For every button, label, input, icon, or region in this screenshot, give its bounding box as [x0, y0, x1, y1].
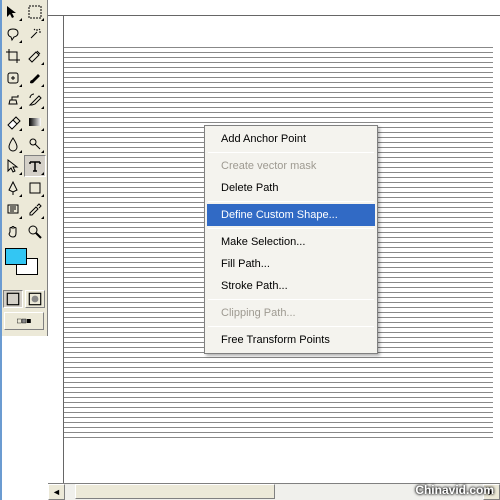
marquee-tool[interactable] [24, 1, 46, 23]
menu-item-fill-path[interactable]: Fill Path... [207, 253, 375, 275]
move-tool[interactable] [2, 1, 24, 23]
screen-mode-button[interactable] [4, 312, 44, 330]
path-selection-tool[interactable] [2, 155, 24, 177]
menu-item-create-vector-mask: Create vector mask [207, 155, 375, 177]
menu-item-delete-path[interactable]: Delete Path [207, 177, 375, 199]
standard-mode-button[interactable] [3, 290, 23, 308]
dodge-tool[interactable] [24, 133, 46, 155]
scroll-thumb[interactable] [75, 484, 275, 499]
context-menu: Add Anchor Point Create vector maskDelete… [204, 125, 378, 354]
foreground-color-swatch[interactable] [5, 248, 27, 265]
brush-tool[interactable] [24, 67, 46, 89]
crop-tool[interactable] [2, 45, 24, 67]
ruler-vertical [48, 0, 64, 500]
scroll-left-button[interactable]: ◄ [48, 484, 65, 500]
menu-item-free-transform-points[interactable]: Free Transform Points [207, 329, 375, 351]
watermark: Chinavid.com [415, 483, 494, 497]
notes-tool[interactable] [2, 199, 24, 221]
menu-separator [208, 299, 374, 300]
menu-separator [208, 201, 374, 202]
menu-separator [208, 152, 374, 153]
healing-brush-tool[interactable] [2, 67, 24, 89]
slice-tool[interactable] [24, 45, 46, 67]
menu-item-define-custom-shape[interactable]: Define Custom Shape... [207, 204, 375, 226]
menu-separator [208, 228, 374, 229]
color-swatches[interactable] [2, 246, 45, 276]
window-edge [0, 0, 2, 500]
lasso-tool[interactable] [2, 23, 24, 45]
toolbox-panel [0, 0, 48, 336]
magic-wand-tool[interactable] [24, 23, 46, 45]
history-brush-tool[interactable] [24, 89, 46, 111]
quick-mask-button[interactable] [25, 290, 45, 308]
pen-tool[interactable] [2, 177, 24, 199]
clone-stamp-tool[interactable] [2, 89, 24, 111]
hand-tool[interactable] [2, 221, 24, 243]
menu-item-stroke-path[interactable]: Stroke Path... [207, 275, 375, 297]
type-tool[interactable] [24, 155, 46, 177]
blur-tool[interactable] [2, 133, 24, 155]
eraser-tool[interactable] [2, 111, 24, 133]
eyedropper-tool[interactable] [24, 199, 46, 221]
menu-item-clipping-path: Clipping Path... [207, 302, 375, 324]
menu-item-add-anchor-point[interactable]: Add Anchor Point [207, 128, 375, 150]
gradient-tool[interactable] [24, 111, 46, 133]
shape-tool[interactable] [24, 177, 46, 199]
zoom-tool[interactable] [24, 221, 46, 243]
menu-item-make-selection[interactable]: Make Selection... [207, 231, 375, 253]
ruler-horizontal [48, 0, 500, 16]
menu-separator [208, 326, 374, 327]
